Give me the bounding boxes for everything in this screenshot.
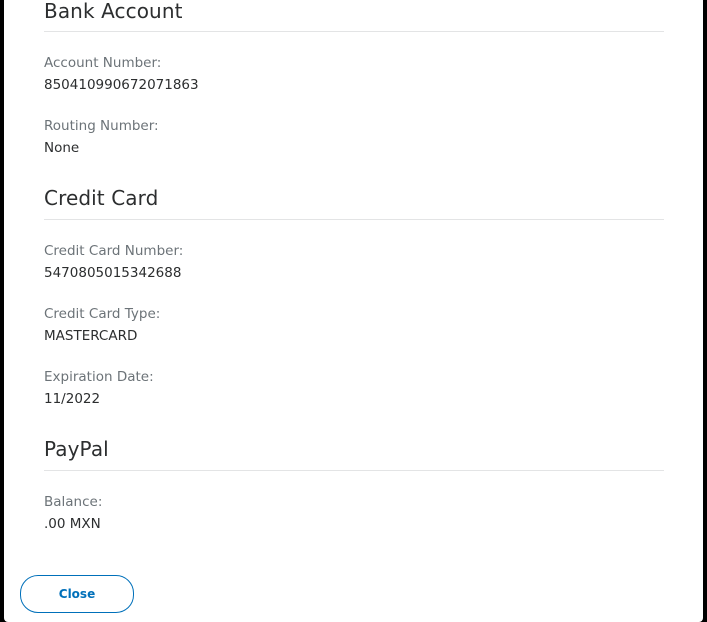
bank-account-heading: Bank Account bbox=[44, 0, 183, 23]
paypal-heading: PayPal bbox=[44, 437, 109, 461]
paypal-divider bbox=[44, 470, 664, 471]
balance-label: Balance: bbox=[44, 494, 103, 510]
close-button[interactable]: Close bbox=[20, 575, 134, 613]
account-number-label: Account Number: bbox=[44, 55, 162, 71]
credit-card-type-label: Credit Card Type: bbox=[44, 306, 161, 322]
credit-card-divider bbox=[44, 219, 664, 220]
payment-details-modal: Bank Account Account Number: 85041099067… bbox=[4, 0, 703, 622]
credit-card-number-label: Credit Card Number: bbox=[44, 243, 184, 259]
balance-value: .00 MXN bbox=[44, 516, 101, 532]
credit-card-number-value: 5470805015342688 bbox=[44, 265, 182, 281]
expiration-date-label: Expiration Date: bbox=[44, 369, 154, 385]
credit-card-heading: Credit Card bbox=[44, 186, 159, 210]
routing-number-value: None bbox=[44, 140, 80, 156]
account-number-value: 850410990672071863 bbox=[44, 77, 199, 93]
expiration-date-value: 11/2022 bbox=[44, 391, 101, 407]
credit-card-type-value: MASTERCARD bbox=[44, 328, 138, 344]
routing-number-label: Routing Number: bbox=[44, 118, 159, 134]
bank-account-divider bbox=[44, 31, 664, 32]
